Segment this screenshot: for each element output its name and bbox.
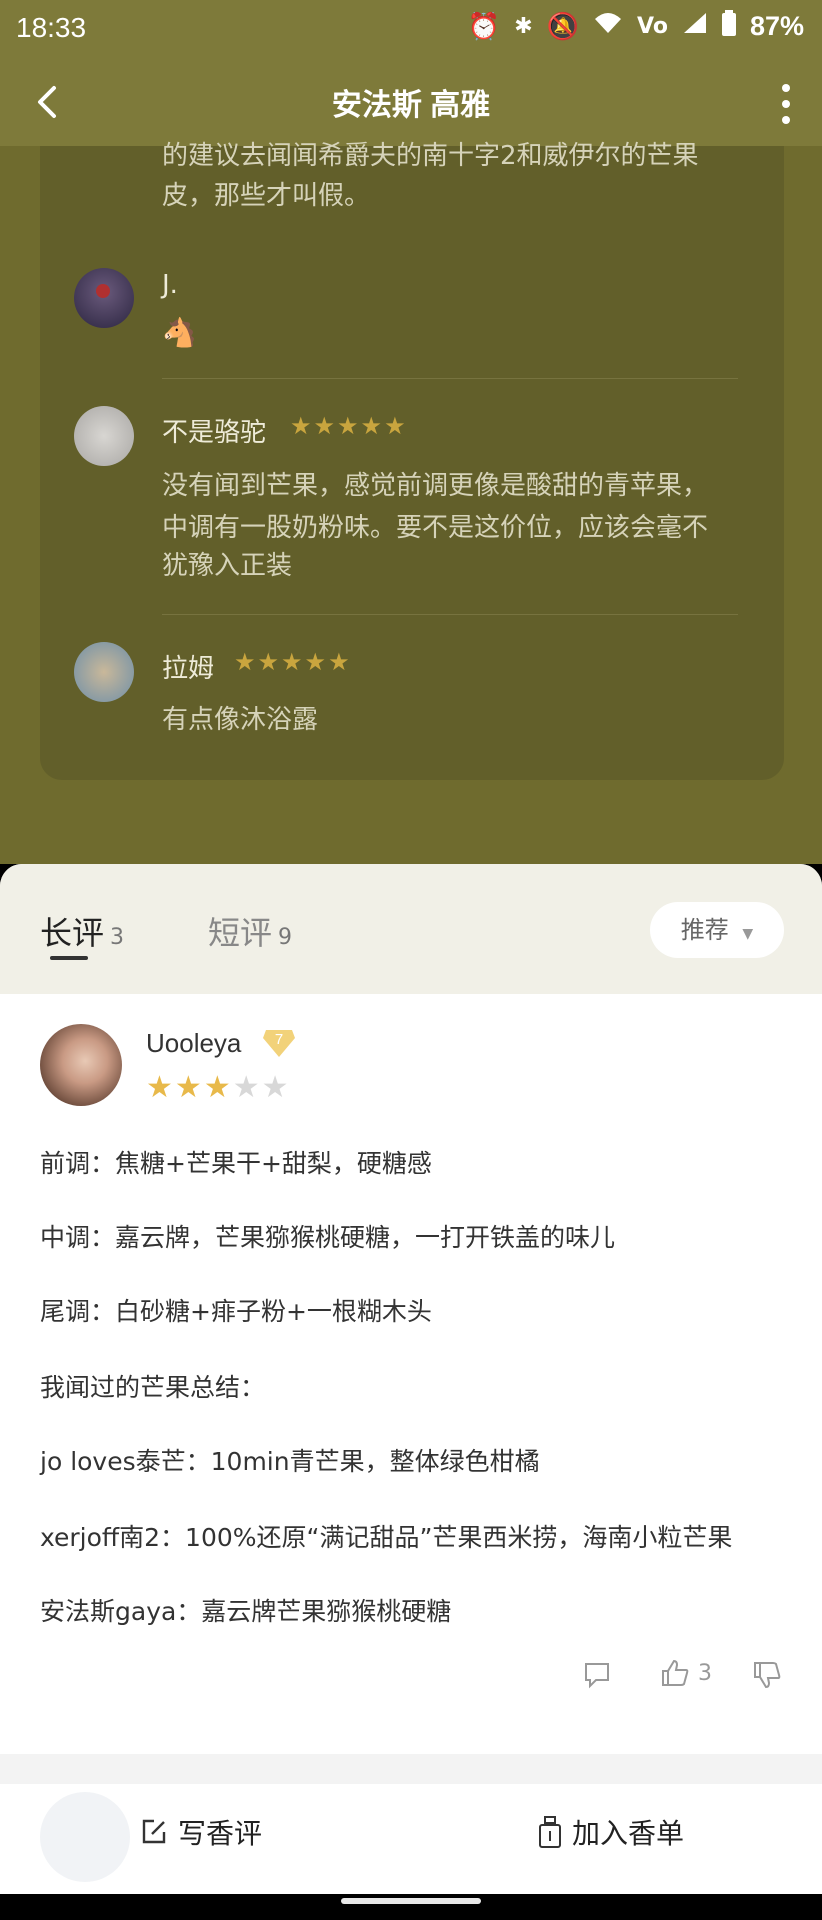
divider bbox=[162, 614, 738, 615]
caret-down-icon: ▼ bbox=[742, 926, 754, 942]
comment-text: 有点像沐浴露 bbox=[162, 705, 319, 735]
active-tab-indicator bbox=[50, 956, 88, 960]
thumbs-down-icon bbox=[754, 1662, 781, 1689]
star-filled-icon: ★ bbox=[174, 1070, 204, 1105]
tab-long-count: 3 bbox=[110, 925, 125, 950]
tab-short-label: 短评 bbox=[208, 914, 273, 952]
review-line: 中调：嘉云牌，芒果猕猴桃硬糖，一打开铁盖的味儿 bbox=[40, 1223, 616, 1252]
avatar[interactable] bbox=[40, 1024, 122, 1106]
bluetooth-icon: ✱ bbox=[514, 14, 533, 39]
comment-text-line3: 犹豫入正装 bbox=[162, 551, 293, 581]
sort-label: 推荐 bbox=[680, 916, 729, 944]
more-button[interactable] bbox=[776, 82, 796, 126]
system-nav-bar bbox=[0, 1894, 822, 1920]
tab-short-count: 9 bbox=[278, 925, 293, 950]
battery-percent: 87% bbox=[749, 11, 804, 41]
avatar[interactable] bbox=[74, 268, 134, 328]
comment-author[interactable]: 拉姆 bbox=[162, 648, 214, 685]
write-review-label: 写香评 bbox=[178, 1817, 263, 1850]
review-line: 安法斯gaya：嘉云牌芒果猕猴桃硬糖 bbox=[40, 1597, 452, 1626]
status-bar: 18:33 ⏰ ✱ 🔕 Vo 87% bbox=[0, 0, 822, 60]
level-number: 7 bbox=[274, 1031, 284, 1048]
divider bbox=[162, 378, 738, 379]
review-rating-stars: ★★★★★ bbox=[146, 1070, 291, 1105]
add-to-list-label: 加入香单 bbox=[572, 1817, 685, 1850]
review-line: jo loves泰芒：10min青芒果，整体绿色柑橘 bbox=[40, 1447, 540, 1476]
review-line: 前调：焦糖+芒果干+甜梨，硬糖感 bbox=[40, 1149, 432, 1178]
star-filled-icon: ★ bbox=[203, 1070, 233, 1105]
level-badge: 7 bbox=[262, 1028, 296, 1058]
battery-icon bbox=[721, 10, 736, 43]
volte-icon: Vo bbox=[637, 14, 668, 39]
app-header: 安法斯 高雅 bbox=[0, 60, 822, 146]
edit-icon bbox=[142, 1819, 166, 1844]
tab-long-reviews[interactable]: 长评 3 bbox=[40, 908, 124, 954]
like-count: 3 bbox=[698, 1660, 712, 1686]
comment-author[interactable]: 不是骆驼 bbox=[162, 412, 266, 449]
sort-dropdown[interactable]: 推荐 ▼ bbox=[650, 902, 784, 958]
comment-text-line2: 中调有一股奶粉味。要不是这价位，应该会毫不 bbox=[162, 513, 709, 543]
review-author[interactable]: Uooleya bbox=[146, 1028, 241, 1059]
tab-short-reviews[interactable]: 短评 9 bbox=[208, 908, 292, 954]
alarm-icon: ⏰ bbox=[467, 11, 501, 42]
review-line: 我闻过的芒果总结： bbox=[40, 1373, 266, 1402]
mute-icon: 🔕 bbox=[546, 11, 580, 42]
rating-stars: ★★★★★ bbox=[290, 412, 408, 440]
avatar[interactable] bbox=[74, 406, 134, 466]
signal-icon bbox=[682, 11, 708, 42]
like-button[interactable]: 3 bbox=[660, 1658, 712, 1688]
comment-partial-line2: 皮，那些才叫假。 bbox=[162, 181, 371, 211]
status-icons: ⏰ ✱ 🔕 Vo 87% bbox=[468, 10, 804, 43]
review-line: xerjoff南2：100%还原“满记甜品”芒果西米捞，海南小粒芒果 bbox=[40, 1523, 733, 1552]
horse-emoji: 🐴 bbox=[162, 316, 197, 349]
star-filled-icon: ★ bbox=[146, 1070, 175, 1105]
comment-author[interactable]: J. bbox=[162, 270, 178, 300]
short-comments-card bbox=[40, 146, 784, 780]
review-line: 尾调：白砂糖+痱子粉+一根糊木头 bbox=[40, 1297, 432, 1326]
comment-partial-line1: 的建议去闻闻希爵夫的南十字2和威伊尔的芒果 bbox=[162, 141, 699, 171]
star-empty-icon: ★ bbox=[232, 1070, 262, 1105]
perfume-bottle-icon bbox=[539, 1816, 561, 1848]
tab-long-label: 长评 bbox=[40, 914, 105, 952]
star-empty-icon: ★ bbox=[261, 1070, 291, 1105]
comment-icon bbox=[585, 1663, 609, 1689]
comment-text-line1: 没有闻到芒果，感觉前调更像是酸甜的青苹果， bbox=[162, 471, 709, 501]
add-to-list-button[interactable]: 加入香单 bbox=[538, 1812, 684, 1852]
bottom-action-bar: 写香评 加入香单 bbox=[0, 1784, 822, 1894]
rating-stars: ★★★★★ bbox=[234, 648, 352, 676]
section-gap bbox=[0, 1754, 822, 1784]
avatar[interactable] bbox=[74, 642, 134, 702]
page-title: 安法斯 高雅 bbox=[331, 89, 491, 122]
thumbs-up-icon bbox=[662, 1659, 689, 1686]
status-time: 18:33 bbox=[16, 12, 87, 43]
comment-button[interactable] bbox=[582, 1660, 612, 1694]
home-indicator[interactable] bbox=[341, 1898, 481, 1904]
wifi-icon bbox=[593, 11, 623, 42]
blurred-avatar bbox=[40, 1792, 130, 1882]
write-review-button[interactable]: 写香评 bbox=[140, 1812, 262, 1852]
more-vertical-icon bbox=[782, 84, 790, 124]
dislike-button[interactable] bbox=[752, 1660, 782, 1694]
